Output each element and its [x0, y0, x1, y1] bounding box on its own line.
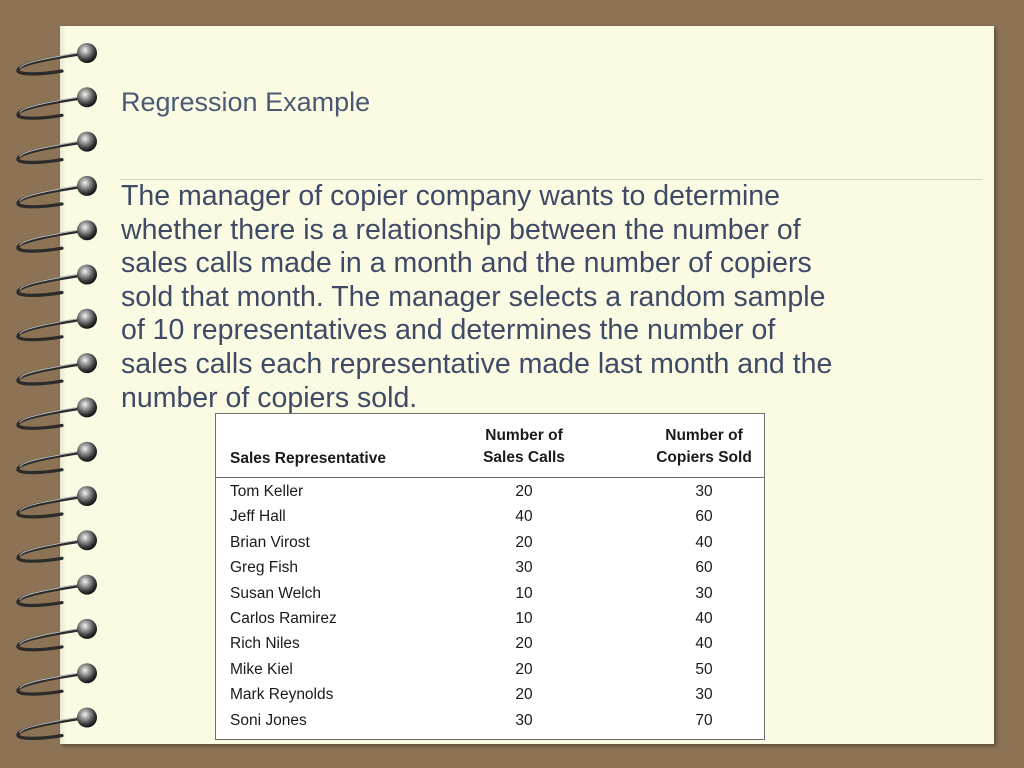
header-sales-calls-line1: Number of — [485, 427, 563, 444]
slide-body-text: The manager of copier company wants to d… — [121, 180, 833, 414]
table-row: Mike Kiel 20 50 — [216, 657, 764, 682]
header-sales-calls: Number of Sales Calls — [464, 425, 584, 469]
rep-name: Mark Reynolds — [230, 686, 334, 704]
copiers-sold-value: 30 — [695, 686, 713, 704]
sales-calls-value: 20 — [515, 660, 533, 678]
copiers-sold-value: 30 — [695, 483, 713, 500]
spiral-hole — [77, 175, 97, 196]
table-body: Tom Keller 20 30 Jeff Hall 40 60 Brian V… — [216, 479, 764, 733]
spiral-hole — [77, 220, 97, 241]
table-row: Tom Keller 20 30 — [216, 479, 764, 504]
copiers-sold-value: 60 — [695, 559, 713, 577]
header-sales-calls-line2: Sales Calls — [483, 449, 565, 466]
rep-name: Rich Niles — [230, 635, 300, 653]
header-copiers-sold-line2: Copiers Sold — [656, 449, 752, 466]
table-row: Mark Reynolds 20 30 — [216, 682, 764, 707]
header-sales-representative: Sales Representative — [230, 450, 386, 467]
rep-name: Greg Fish — [230, 559, 299, 577]
spiral-hole — [77, 486, 97, 506]
table-row: Rich Niles 20 40 — [216, 631, 764, 656]
spiral-hole — [77, 441, 97, 462]
copiers-sold-value: 60 — [695, 508, 713, 526]
sales-calls-value: 20 — [515, 686, 533, 704]
spiral-hole — [77, 43, 97, 63]
spiral-hole — [77, 131, 97, 152]
spiral-hole — [77, 353, 97, 374]
table-row: Soni Jones 30 70 — [216, 708, 764, 733]
copiers-sold-value: 40 — [695, 635, 713, 653]
sales-calls-value: 30 — [515, 711, 533, 729]
table-row: Susan Welch 10 30 — [216, 581, 764, 606]
spiral-binding-icon — [16, 43, 97, 740]
rep-name: Susan Welch — [230, 584, 322, 602]
table-row: Greg Fish 30 60 — [216, 555, 764, 580]
sales-calls-value: 20 — [515, 635, 533, 653]
header-divider — [216, 477, 764, 478]
sales-calls-value: 30 — [515, 559, 533, 577]
sales-calls-value: 20 — [515, 533, 533, 551]
sales-calls-value: 10 — [515, 609, 533, 627]
spiral-hole — [77, 397, 97, 418]
rep-name: Jeff Hall — [230, 508, 286, 526]
spiral-hole — [77, 530, 97, 551]
rep-name: Tom Keller — [230, 483, 304, 500]
spiral-hole — [77, 87, 97, 108]
spiral-hole — [77, 574, 97, 595]
table-row: Brian Virost 20 40 — [216, 530, 764, 555]
spiral-hole — [77, 308, 97, 329]
table-row: Carlos Ramirez 10 40 — [216, 606, 764, 631]
spiral-hole — [77, 264, 97, 285]
slide-title: Regression Example — [121, 87, 371, 117]
sales-table: Sales Representative Number of Sales Cal… — [215, 413, 765, 740]
header-copiers-sold-line1: Number of — [665, 427, 743, 444]
spiral-hole — [77, 707, 97, 728]
rep-name: Brian Virost — [230, 533, 310, 551]
header-copiers-sold: Number of Copiers Sold — [642, 425, 766, 469]
copiers-sold-value: 40 — [695, 609, 713, 627]
sales-calls-value: 20 — [515, 483, 533, 500]
rep-name: Soni Jones — [230, 711, 307, 729]
copiers-sold-value: 40 — [695, 533, 713, 551]
rep-name: Mike Kiel — [230, 660, 293, 678]
table-row: Jeff Hall 40 60 — [216, 504, 764, 529]
copiers-sold-value: 70 — [695, 711, 713, 729]
sales-calls-value: 10 — [515, 584, 533, 602]
copiers-sold-value: 50 — [695, 660, 713, 678]
spiral-hole — [77, 663, 97, 684]
sales-calls-value: 40 — [515, 508, 533, 526]
rep-name: Carlos Ramirez — [230, 609, 337, 627]
spiral-hole — [77, 618, 97, 639]
copiers-sold-value: 30 — [695, 584, 713, 602]
